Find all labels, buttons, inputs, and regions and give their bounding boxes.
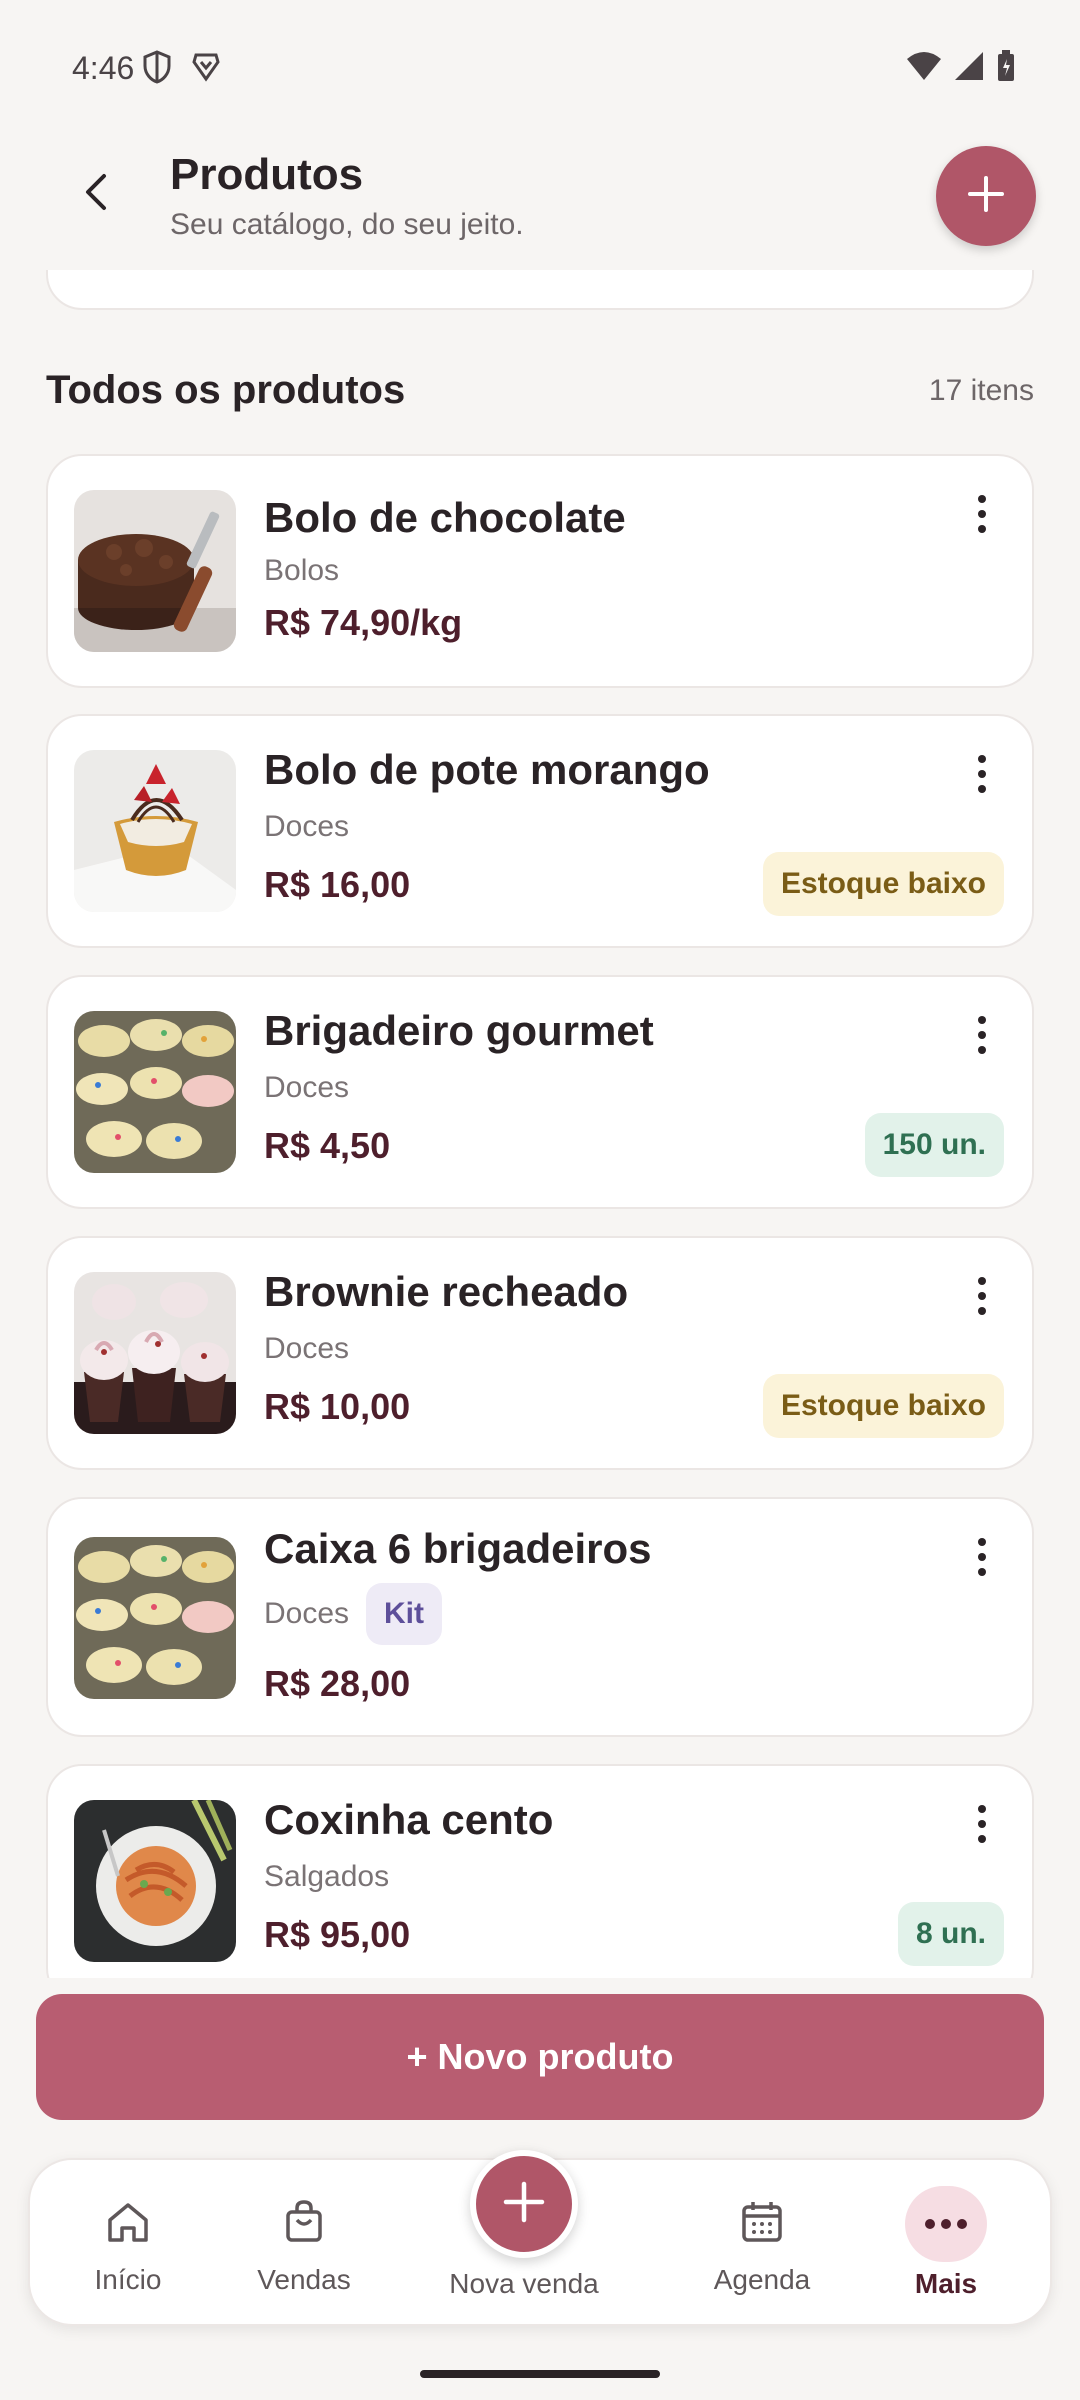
section-title: Todos os produtos bbox=[46, 368, 406, 412]
shield-icon bbox=[142, 50, 172, 89]
item-count: 17 itens bbox=[928, 374, 1034, 407]
stock-badge: Estoque baixo bbox=[762, 852, 1004, 916]
signal-icon bbox=[954, 51, 984, 86]
product-image-sprinkle-cupcakes bbox=[74, 1537, 236, 1699]
page-title: Produtos bbox=[170, 150, 364, 199]
nav-item-mais[interactable]: Mais bbox=[866, 2186, 1026, 2300]
more-vert-icon[interactable] bbox=[962, 1529, 1002, 1585]
product-category: Doces bbox=[264, 810, 350, 843]
brave-icon bbox=[190, 50, 222, 89]
product-card[interactable]: Coxinha cento Salgados R$ 95,00 8 un. bbox=[46, 1764, 1034, 1978]
battery-icon bbox=[996, 50, 1016, 87]
product-image-pasta-plate bbox=[74, 1800, 236, 1962]
more-icon bbox=[905, 2186, 987, 2262]
more-vert-icon[interactable] bbox=[962, 746, 1002, 802]
home-icon bbox=[98, 2192, 158, 2252]
chevron-left-icon bbox=[82, 172, 110, 217]
kit-badge: Kit bbox=[366, 1583, 442, 1645]
product-image-frosted-cupcakes bbox=[74, 1272, 236, 1434]
product-card[interactable]: Bolo de pote morango Doces R$ 16,00 Esto… bbox=[46, 714, 1034, 948]
nav-label: Início bbox=[94, 2264, 162, 2295]
status-left-icons bbox=[142, 50, 222, 89]
nav-item-vendas[interactable]: Vendas bbox=[224, 2192, 384, 2296]
more-vert-icon[interactable] bbox=[962, 1007, 1002, 1063]
product-price: R$ 16,00 bbox=[264, 864, 411, 905]
nav-item-inicio[interactable]: Início bbox=[48, 2192, 208, 2296]
product-category: Doces bbox=[264, 1071, 350, 1104]
previous-card bbox=[46, 270, 1034, 310]
product-name: Brownie recheado bbox=[264, 1268, 629, 1315]
add-product-fab[interactable] bbox=[936, 146, 1036, 246]
product-image-strawberry-tart bbox=[74, 750, 236, 912]
nav-label: Agenda bbox=[713, 2264, 811, 2295]
status-bar: 4:46 bbox=[0, 0, 1080, 130]
product-card[interactable]: Brownie recheado Doces R$ 10,00 Estoque … bbox=[46, 1236, 1034, 1470]
nav-label: Vendas bbox=[257, 2264, 351, 2295]
product-price: R$ 74,90/kg bbox=[264, 602, 463, 643]
product-price: R$ 10,00 bbox=[264, 1386, 411, 1427]
product-category: Bolos bbox=[264, 554, 340, 587]
product-price: R$ 28,00 bbox=[264, 1663, 411, 1704]
product-image-chocolate-cake bbox=[74, 490, 236, 652]
page-subtitle: Seu catálogo, do seu jeito. bbox=[170, 208, 524, 241]
status-right-icons bbox=[906, 50, 1016, 87]
home-indicator[interactable] bbox=[420, 2370, 660, 2378]
nav-item-agenda[interactable]: Agenda bbox=[682, 2192, 842, 2296]
wifi-icon bbox=[906, 51, 942, 86]
product-name: Bolo de pote morango bbox=[264, 746, 710, 793]
stock-badge: 150 un. bbox=[864, 1113, 1004, 1177]
stock-badge: Estoque baixo bbox=[762, 1374, 1004, 1438]
product-category: Doces bbox=[264, 1332, 350, 1365]
plus-icon bbox=[966, 174, 1006, 219]
plus-icon bbox=[502, 2180, 546, 2229]
product-name: Bolo de chocolate bbox=[264, 494, 626, 541]
product-card[interactable]: Bolo de chocolate Bolos R$ 74,90/kg bbox=[46, 454, 1034, 688]
nav-label-nova-venda[interactable]: Nova venda bbox=[424, 2268, 624, 2300]
nav-label: Mais bbox=[914, 2268, 978, 2299]
product-image-sprinkle-cupcakes bbox=[74, 1011, 236, 1173]
new-product-button[interactable]: + Novo produto bbox=[36, 1994, 1044, 2120]
product-card[interactable]: Caixa 6 brigadeiros Doces Kit R$ 28,00 bbox=[46, 1497, 1034, 1737]
new-sale-fab[interactable] bbox=[470, 2150, 578, 2258]
product-price: R$ 4,50 bbox=[264, 1125, 391, 1166]
product-list-scroll[interactable]: Todos os produtos 17 itens Bolo de choco… bbox=[0, 270, 1080, 1978]
product-name: Caixa 6 brigadeiros bbox=[264, 1525, 652, 1572]
product-category: Salgados bbox=[264, 1860, 390, 1893]
back-button[interactable] bbox=[64, 162, 128, 226]
status-time: 4:46 bbox=[72, 50, 135, 86]
product-price: R$ 95,00 bbox=[264, 1914, 411, 1955]
product-card[interactable]: Brigadeiro gourmet Doces R$ 4,50 150 un. bbox=[46, 975, 1034, 1209]
product-category: Doces bbox=[264, 1597, 350, 1630]
more-vert-icon[interactable] bbox=[962, 486, 1002, 542]
calendar-icon bbox=[732, 2192, 792, 2252]
product-name: Coxinha cento bbox=[264, 1796, 554, 1843]
more-vert-icon[interactable] bbox=[962, 1796, 1002, 1852]
more-vert-icon[interactable] bbox=[962, 1268, 1002, 1324]
stock-badge: 8 un. bbox=[897, 1902, 1004, 1966]
product-name: Brigadeiro gourmet bbox=[264, 1007, 654, 1054]
shopping-bag-icon bbox=[274, 2192, 334, 2252]
